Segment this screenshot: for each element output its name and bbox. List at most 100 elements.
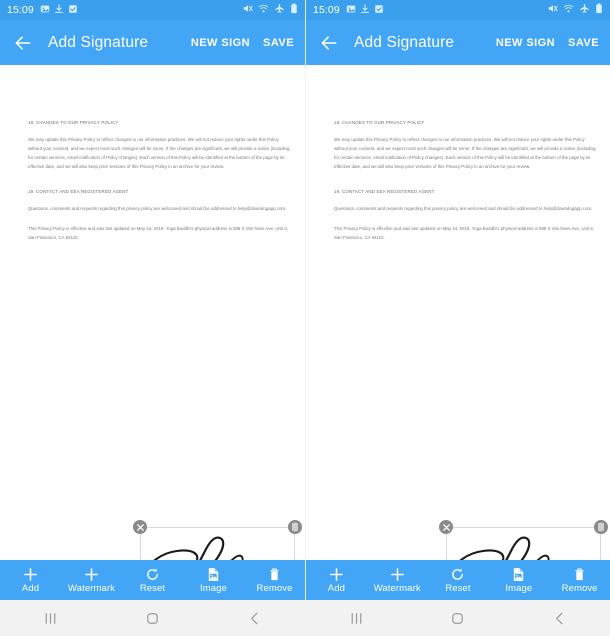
- status-clock: 15:09: [313, 4, 340, 16]
- section-19-heading: 19. CONTACT AND EEA REGISTERED AGENT: [334, 188, 435, 194]
- reset-label: Reset: [139, 583, 166, 595]
- document-text-block: 18. CHANGES TO OUR PRIVACY POLICY We may…: [28, 120, 293, 253]
- signature-ink: [153, 536, 244, 560]
- back-arrow-icon[interactable]: [317, 31, 341, 55]
- checkbox-icon: [68, 1, 78, 19]
- status-clock: 15:09: [7, 4, 34, 16]
- section-19-body: Questions, comments and requests regardi…: [28, 205, 287, 211]
- plus-icon: [23, 566, 38, 583]
- image-icon: [206, 566, 221, 583]
- new-sign-button[interactable]: NEW SIGN: [496, 37, 555, 49]
- wifi-icon: [258, 1, 269, 19]
- app-bar: Add Signature NEW SIGN SAVE: [306, 20, 610, 65]
- image-button[interactable]: Image: [488, 560, 549, 600]
- trash-icon: [267, 566, 282, 583]
- battery-icon: [595, 1, 603, 19]
- document-canvas[interactable]: 18. CHANGES TO OUR PRIVACY POLICY We may…: [306, 65, 610, 560]
- wifi-icon: [563, 1, 574, 19]
- checkbox-icon: [374, 1, 384, 19]
- image-label: Image: [505, 583, 533, 595]
- mute-icon: [547, 1, 558, 19]
- watermark-label: Watermark: [373, 583, 421, 595]
- close-icon[interactable]: [439, 520, 453, 534]
- remove-button[interactable]: Remove: [549, 560, 610, 600]
- status-right-icons: [547, 1, 603, 19]
- watermark-button[interactable]: Watermark: [367, 560, 428, 600]
- app-bar: Add Signature NEW SIGN SAVE: [0, 20, 305, 65]
- airplane-mode-icon: [274, 1, 285, 19]
- battery-icon: [290, 1, 298, 19]
- back-icon[interactable]: [509, 600, 610, 636]
- refresh-icon: [450, 566, 465, 583]
- section-18-heading: 18. CHANGES TO OUR PRIVACY POLICY: [334, 120, 425, 125]
- plus-icon: [329, 566, 344, 583]
- screen-left: 15:09 Add Signature NEW SIGN SAVE 18. CH…: [0, 0, 305, 636]
- image-icon: [511, 566, 526, 583]
- section-18-heading: 18. CHANGES TO OUR PRIVACY POLICY: [28, 120, 119, 125]
- back-icon[interactable]: [203, 600, 305, 636]
- save-button[interactable]: SAVE: [568, 37, 599, 49]
- image-button[interactable]: Image: [183, 560, 244, 600]
- signature-object[interactable]: [133, 520, 302, 560]
- refresh-icon: [145, 566, 160, 583]
- add-button[interactable]: Add: [0, 560, 61, 600]
- section-19-body: Questions, comments and requests regardi…: [334, 205, 593, 211]
- section-18-body: We may update this Privacy Policy to ref…: [28, 136, 291, 169]
- recents-icon[interactable]: [306, 600, 407, 636]
- reset-button[interactable]: Reset: [122, 560, 183, 600]
- add-label: Add: [327, 583, 345, 595]
- status-right-icons: [242, 1, 298, 19]
- watermark-button[interactable]: Watermark: [61, 560, 122, 600]
- download-icon: [54, 1, 64, 19]
- section-19-body2: This Privacy Policy is effective and was…: [334, 225, 595, 240]
- bottom-toolbar: Add Watermark Reset Image Remove: [0, 560, 305, 600]
- dual-screen-container: 15:09 Add Signature NEW SIGN SAVE 18. CH…: [0, 0, 610, 636]
- airplane-mode-icon: [579, 1, 590, 19]
- add-button[interactable]: Add: [306, 560, 367, 600]
- remove-label: Remove: [561, 583, 598, 595]
- recents-icon[interactable]: [0, 600, 102, 636]
- add-label: Add: [21, 583, 40, 595]
- new-sign-button[interactable]: NEW SIGN: [191, 37, 250, 49]
- close-icon[interactable]: [133, 520, 147, 534]
- remove-button[interactable]: Remove: [244, 560, 305, 600]
- status-left-icons: [346, 1, 384, 19]
- remove-label: Remove: [256, 583, 293, 595]
- trash-icon: [572, 566, 587, 583]
- document-page: 18. CHANGES TO OUR PRIVACY POLICY We may…: [306, 65, 610, 560]
- plus-icon: [84, 566, 99, 583]
- signature-object[interactable]: [439, 520, 608, 560]
- mute-icon: [242, 1, 253, 19]
- document-page: 18. CHANGES TO OUR PRIVACY POLICY We may…: [0, 65, 305, 560]
- screen-right: 15:09 Add Signature NEW SIGN SAVE 18. CH…: [305, 0, 610, 636]
- document-text-block: 18. CHANGES TO OUR PRIVACY POLICY We may…: [334, 120, 598, 253]
- section-19-body2: This Privacy Policy is effective and was…: [28, 225, 289, 240]
- save-button[interactable]: SAVE: [263, 37, 294, 49]
- bottom-toolbar: Add Watermark Reset Image Remove: [306, 560, 610, 600]
- reset-button[interactable]: Reset: [428, 560, 489, 600]
- status-left-icons: [40, 1, 78, 19]
- section-18-body: We may update this Privacy Policy to ref…: [334, 136, 597, 169]
- home-icon[interactable]: [407, 600, 508, 636]
- android-nav-bar: [0, 600, 305, 636]
- home-icon[interactable]: [102, 600, 204, 636]
- watermark-label: Watermark: [68, 583, 115, 595]
- grip-handle-icon[interactable]: [288, 520, 302, 534]
- page-title: Add Signature: [354, 33, 455, 51]
- image-label: Image: [200, 583, 227, 595]
- download-icon: [360, 1, 370, 19]
- plus-icon: [390, 566, 405, 583]
- section-19-heading: 19. CONTACT AND EEA REGISTERED AGENT: [28, 188, 129, 194]
- back-arrow-icon[interactable]: [11, 31, 35, 55]
- grip-handle-icon[interactable]: [594, 520, 608, 534]
- document-canvas[interactable]: 18. CHANGES TO OUR PRIVACY POLICY We may…: [0, 65, 305, 560]
- image-icon: [40, 1, 50, 19]
- reset-label: Reset: [445, 583, 471, 595]
- android-nav-bar: [306, 600, 610, 636]
- signature-ink: [459, 536, 550, 560]
- status-bar: 15:09: [0, 0, 305, 20]
- page-title: Add Signature: [48, 33, 149, 51]
- status-bar: 15:09: [306, 0, 610, 20]
- image-icon: [346, 1, 356, 19]
